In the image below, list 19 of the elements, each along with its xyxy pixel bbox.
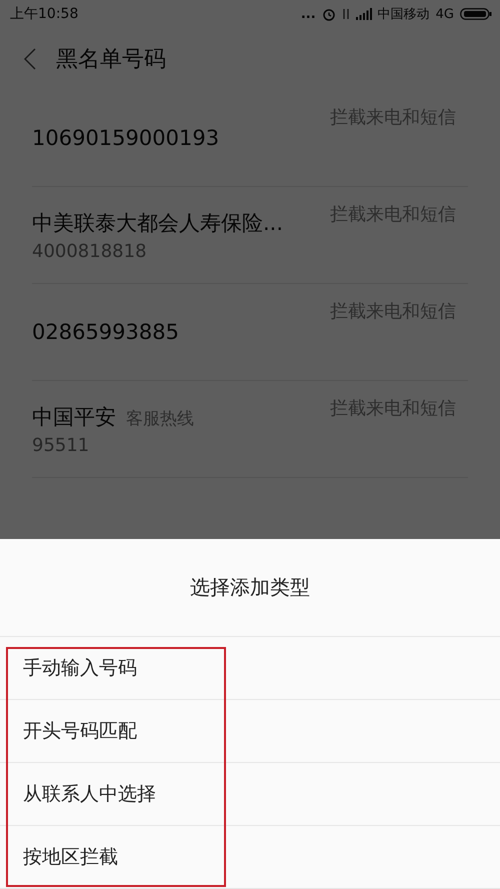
option-item[interactable]: 从联系人中选择	[0, 763, 500, 826]
option-item[interactable]: 开头号码匹配	[0, 700, 500, 763]
contact-name: 中国平安	[32, 404, 116, 430]
data-arrows-icon	[342, 7, 350, 21]
option-item[interactable]: 按地区拦截	[0, 826, 500, 889]
contact-name: 中美联泰大都会人寿保险...	[32, 210, 284, 236]
sheet-title: 选择添加类型	[0, 539, 500, 637]
contact-name: 02865993885	[32, 320, 179, 344]
alarm-clock-icon	[322, 7, 336, 21]
battery-icon	[460, 8, 492, 20]
network-type: 4G	[436, 6, 454, 22]
page-title: 黑名单号码	[56, 46, 166, 74]
back-icon[interactable]	[24, 48, 36, 70]
status-time: 上午10:58	[10, 5, 78, 23]
contact-name: 10690159000193	[32, 126, 220, 150]
status-dots: ...	[300, 6, 316, 22]
option-item[interactable]: 手动输入号码	[0, 637, 500, 700]
signal-icon	[356, 8, 372, 20]
carrier-name: 中国移动	[378, 6, 430, 23]
